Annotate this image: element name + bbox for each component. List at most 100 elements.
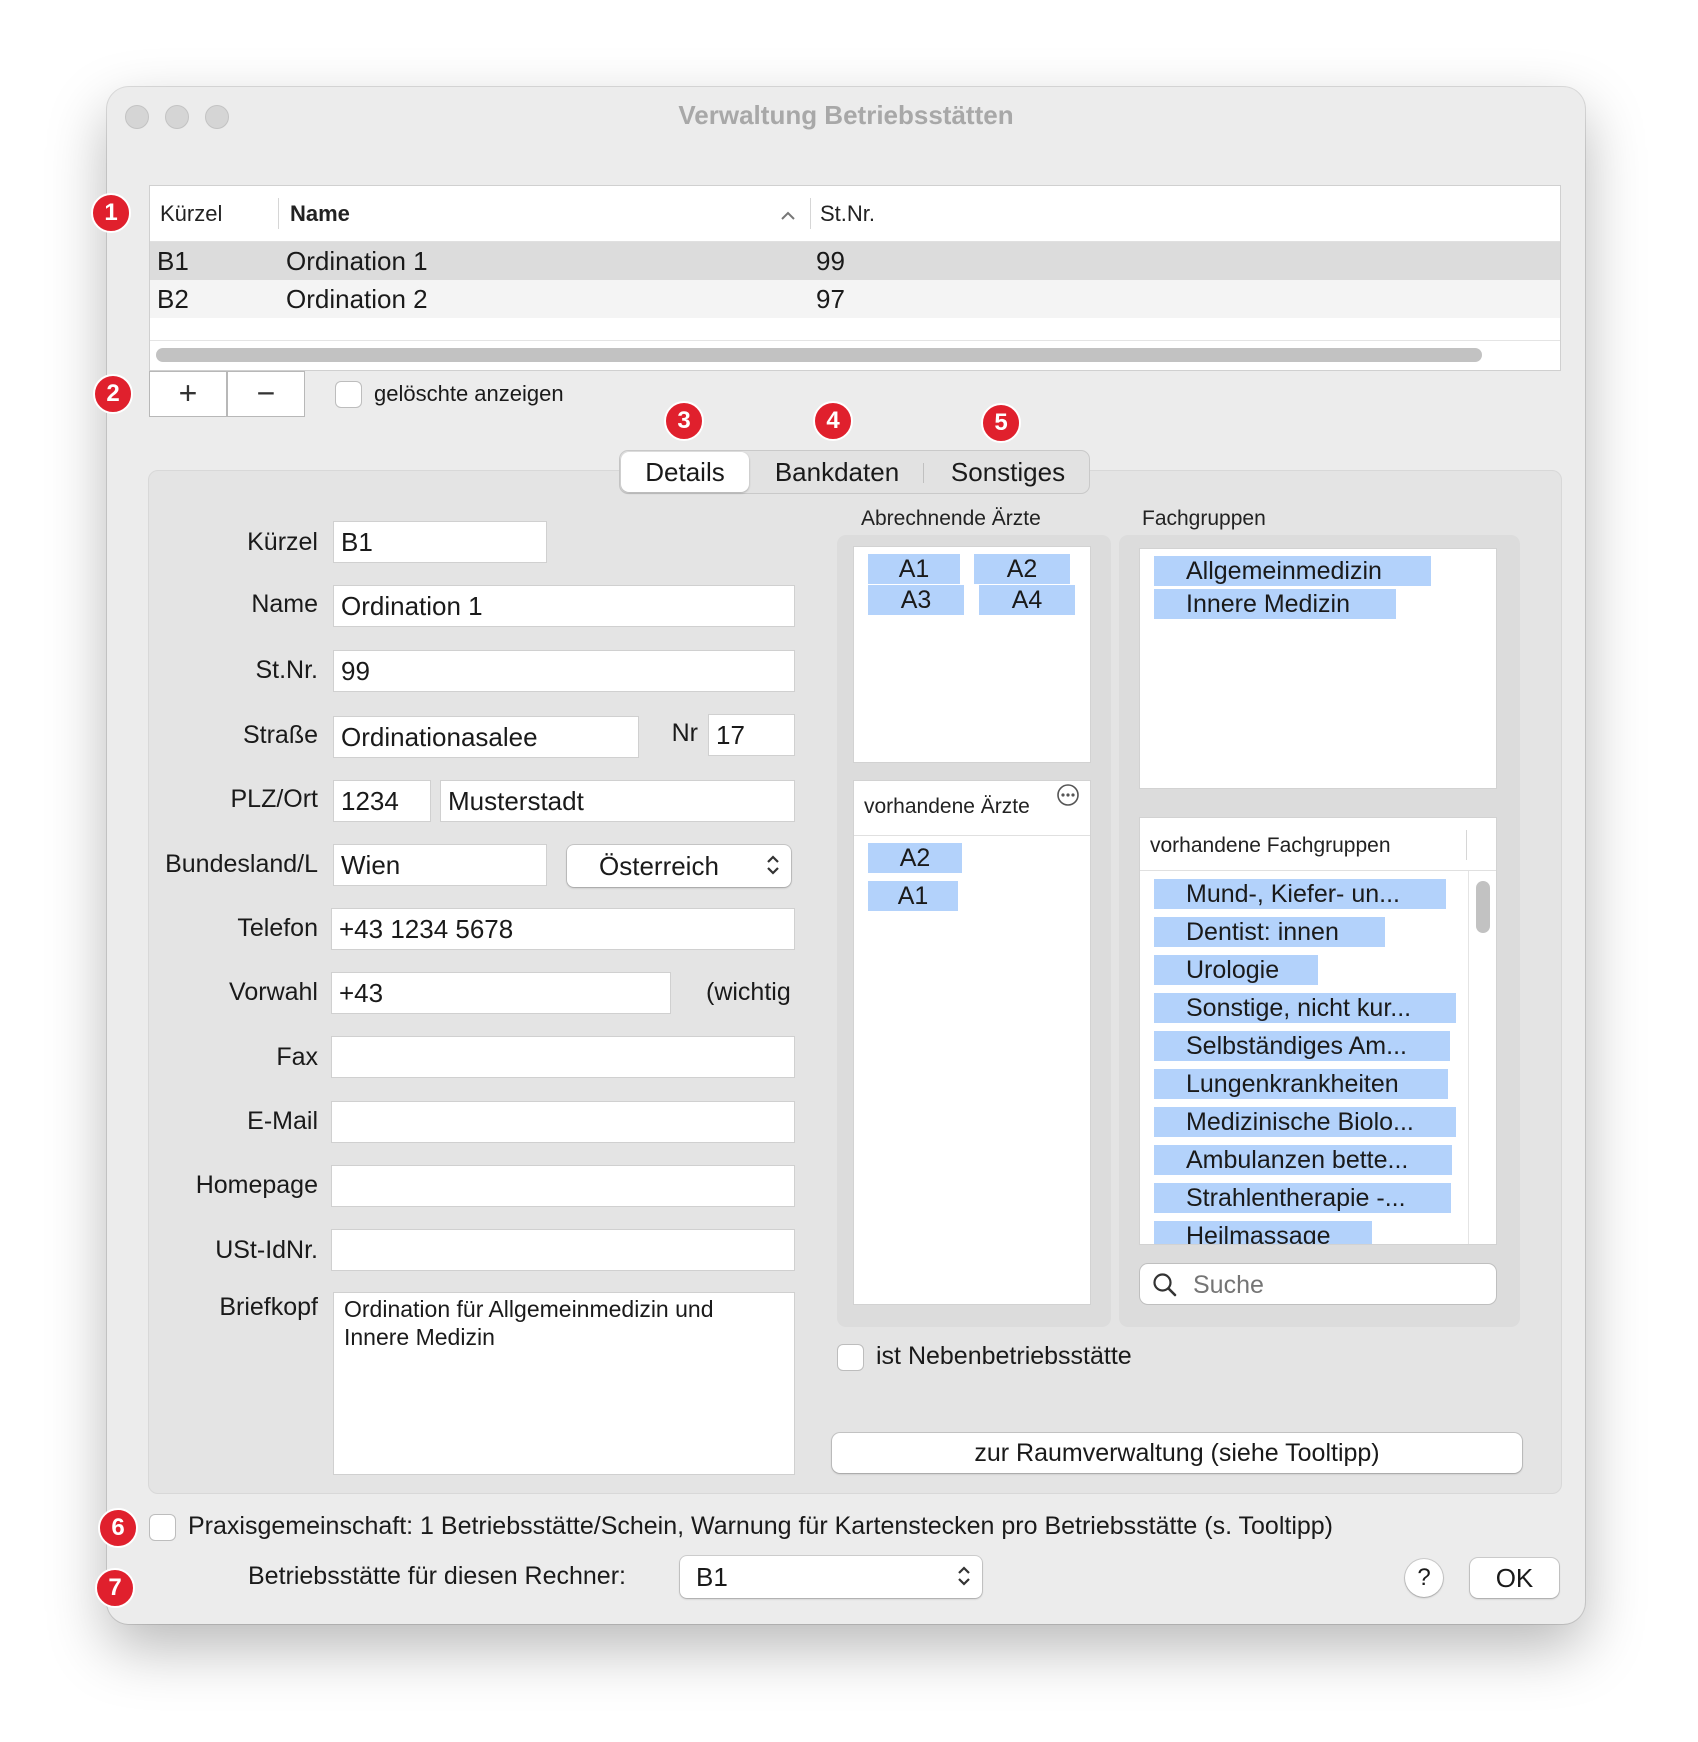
fachgruppe-token[interactable]: Strahlentherapie -... xyxy=(1154,1183,1451,1213)
available-aerzte-list[interactable]: vorhandene Ärzte A2 A1 xyxy=(853,780,1091,1305)
chevron-up-icon xyxy=(781,211,795,220)
column-divider xyxy=(1466,830,1467,860)
assigned-fachgruppen-list[interactable]: Allgemeinmedizin Innere Medizin xyxy=(1139,548,1497,789)
fachgruppe-token[interactable]: Allgemeinmedizin xyxy=(1154,556,1431,586)
title-bar: Verwaltung Betriebsstätten xyxy=(107,87,1585,143)
fachgruppe-token[interactable]: Lungenkrankheiten xyxy=(1154,1069,1448,1099)
label-ustid: USt-IdNr. xyxy=(215,1236,318,1264)
cell-stnr: 99 xyxy=(816,246,845,276)
tab-bar: Details Bankdaten Sonstiges xyxy=(619,450,1090,494)
table-row[interactable]: B1 Ordination 1 99 xyxy=(150,242,1560,280)
arzt-token[interactable]: A1 xyxy=(868,554,960,584)
fachgruppe-token[interactable]: Selbständiges Am... xyxy=(1154,1031,1450,1061)
fachgruppe-token[interactable]: Ambulanzen bette... xyxy=(1154,1145,1452,1175)
praxisgemeinschaft-label: Praxisgemeinschaft: 1 Betriebsstätte/Sch… xyxy=(188,1512,1334,1540)
briefkopf-textarea[interactable]: Ordination für Allgemeinmedizin und Inne… xyxy=(333,1292,795,1475)
assigned-aerzte-list[interactable]: A1 A2 A3 A4 xyxy=(853,546,1091,763)
praxisgemeinschaft-checkbox[interactable] xyxy=(149,1514,176,1541)
cell-stnr: 97 xyxy=(816,284,845,314)
stnr-field[interactable]: 99 xyxy=(333,650,795,692)
column-header-kuerzel[interactable]: Kürzel xyxy=(160,186,222,241)
tab-bankdaten[interactable]: Bankdaten xyxy=(755,451,919,493)
label-homepage: Homepage xyxy=(195,1171,318,1199)
label-stnr: St.Nr. xyxy=(255,656,318,684)
callout-badge: 4 xyxy=(813,401,853,441)
available-fachgruppen-title: vorhandene Fachgruppen xyxy=(1150,834,1391,857)
available-aerzte-title: vorhandene Ärzte xyxy=(864,795,1030,818)
briefkopf-line: Innere Medizin xyxy=(344,1324,495,1350)
callout-badge: 6 xyxy=(98,1508,138,1548)
plz-field[interactable]: 1234 xyxy=(333,780,431,822)
updown-chevron-icon xyxy=(767,855,779,875)
nr-field[interactable]: 17 xyxy=(708,714,795,756)
remove-button[interactable]: − xyxy=(227,371,305,417)
column-header-stnr[interactable]: St.Nr. xyxy=(820,186,875,241)
column-header-name[interactable]: Name xyxy=(290,186,350,241)
cell-kuerzel: B2 xyxy=(157,284,189,314)
more-options-icon[interactable] xyxy=(1056,783,1080,807)
rechner-select[interactable]: B1 xyxy=(680,1556,982,1598)
ort-field[interactable]: Musterstadt xyxy=(440,780,795,822)
callout-badge: 7 xyxy=(95,1568,135,1608)
arzt-token[interactable]: A4 xyxy=(979,585,1075,615)
nebenbetrieb-label: ist Nebenbetriebsstätte xyxy=(876,1342,1132,1370)
list-divider xyxy=(1140,870,1496,871)
show-deleted-checkbox[interactable] xyxy=(335,381,362,408)
kuerzel-field[interactable]: B1 xyxy=(333,521,547,563)
telefon-field[interactable]: +43 1234 5678 xyxy=(331,908,795,950)
show-deleted-label: gelöschte anzeigen xyxy=(374,381,564,406)
fachgruppe-token[interactable]: Mund-, Kiefer- un... xyxy=(1154,879,1446,909)
arzt-token[interactable]: A2 xyxy=(974,554,1070,584)
fax-field[interactable] xyxy=(331,1036,795,1078)
cell-name: Ordination 1 xyxy=(286,246,428,276)
fachgruppe-token[interactable]: Medizinische Biolo... xyxy=(1154,1107,1456,1137)
fachgruppe-token[interactable]: Urologie xyxy=(1154,955,1318,985)
fachgruppe-token[interactable]: Sonstige, nicht kur... xyxy=(1154,993,1456,1023)
bundesland-field[interactable]: Wien xyxy=(333,844,547,886)
homepage-field[interactable] xyxy=(331,1165,795,1207)
aerzte-title: Abrechnende Ärzte xyxy=(861,507,1041,530)
fachgruppe-token[interactable]: Dentist: innen xyxy=(1154,917,1385,947)
tab-divider xyxy=(923,463,924,483)
tab-sonstiges[interactable]: Sonstiges xyxy=(928,451,1088,493)
vorwahl-hint: (wichtig xyxy=(706,978,791,1006)
search-input[interactable] xyxy=(1191,1268,1485,1302)
fachgruppen-search[interactable] xyxy=(1140,1264,1496,1304)
scroll-track-divider xyxy=(1468,871,1469,1244)
vorwahl-field[interactable]: +43 xyxy=(331,972,671,1014)
label-bundesland: Bundesland/L xyxy=(165,850,318,878)
arzt-token[interactable]: A2 xyxy=(868,843,962,873)
column-divider xyxy=(810,198,811,229)
briefkopf-line: Ordination für Allgemeinmedizin und xyxy=(344,1296,714,1322)
help-button[interactable]: ? xyxy=(1405,1559,1443,1597)
ustid-field[interactable] xyxy=(331,1229,795,1271)
add-button[interactable]: + xyxy=(149,371,227,417)
window-title: Verwaltung Betriebsstätten xyxy=(678,100,1014,130)
table-row[interactable]: B2 Ordination 2 97 xyxy=(150,280,1560,318)
fachgruppen-title: Fachgruppen xyxy=(1142,507,1266,530)
tab-details[interactable]: Details xyxy=(621,452,749,492)
land-select[interactable]: Österreich xyxy=(567,845,791,887)
betriebsstaetten-table: Kürzel Name St.Nr. B1 Ordination 1 99 B2… xyxy=(149,185,1561,371)
label-name: Name xyxy=(251,590,318,618)
nebenbetrieb-checkbox[interactable] xyxy=(837,1344,864,1371)
available-fachgruppen-list[interactable]: vorhandene Fachgruppen Mund-, Kiefer- un… xyxy=(1139,817,1497,1245)
label-briefkopf: Briefkopf xyxy=(219,1293,318,1321)
raumverwaltung-button[interactable]: zur Raumverwaltung (siehe Tooltipp) xyxy=(832,1433,1522,1473)
label-strasse: Straße xyxy=(242,721,318,749)
name-field[interactable]: Ordination 1 xyxy=(333,585,795,627)
cell-kuerzel: B1 xyxy=(157,246,189,276)
callout-badge: 5 xyxy=(981,403,1021,443)
label-email: E-Mail xyxy=(247,1107,318,1135)
updown-chevron-icon xyxy=(958,1566,970,1586)
horizontal-scrollbar[interactable] xyxy=(156,348,1482,362)
fachgruppe-token[interactable]: Innere Medizin xyxy=(1154,589,1396,619)
arzt-token[interactable]: A1 xyxy=(868,881,958,911)
email-field[interactable] xyxy=(331,1101,795,1143)
fachgruppe-token[interactable]: Heilmassage xyxy=(1154,1221,1372,1244)
cell-name: Ordination 2 xyxy=(286,284,428,314)
strasse-field[interactable]: Ordinationasalee xyxy=(333,716,639,758)
arzt-token[interactable]: A3 xyxy=(868,585,964,615)
vertical-scrollbar[interactable] xyxy=(1476,881,1490,933)
ok-button[interactable]: OK xyxy=(1470,1558,1559,1598)
